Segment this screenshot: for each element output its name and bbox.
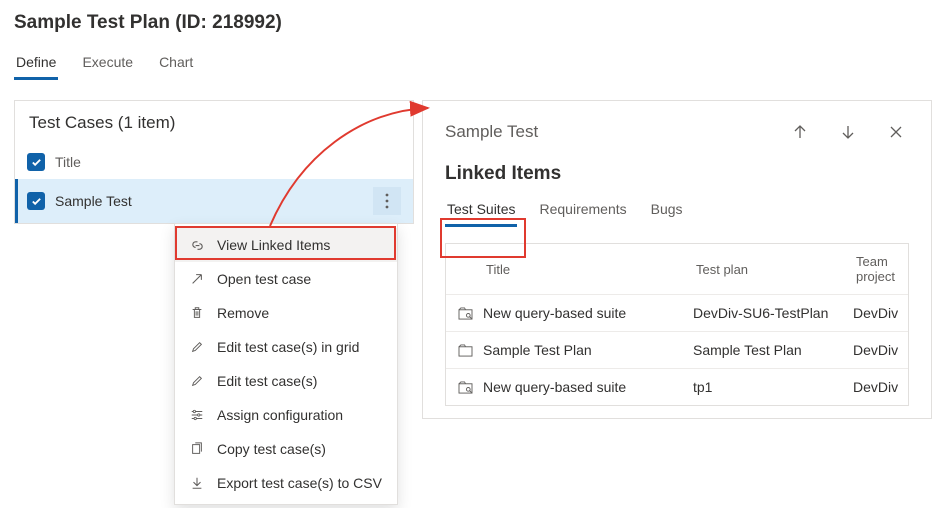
menu-item-label: Edit test case(s) [217, 373, 317, 389]
menu-item-label: Copy test case(s) [217, 441, 326, 457]
cell-plan: tp1 [693, 379, 843, 395]
cell-title: New query-based suite [483, 305, 683, 321]
linked-sub-tabs: Test Suites Requirements Bugs [445, 195, 909, 227]
menu-edit-in-grid[interactable]: Edit test case(s) in grid [175, 330, 397, 364]
download-icon [189, 475, 205, 491]
test-cases-heading: Test Cases (1 item) [15, 101, 413, 145]
column-header-title: Title [55, 154, 401, 170]
cell-title: Sample Test Plan [483, 342, 683, 358]
tab-define[interactable]: Define [14, 48, 58, 80]
menu-item-label: Edit test case(s) in grid [217, 339, 359, 355]
cell-title: New query-based suite [483, 379, 683, 395]
menu-item-label: Export test case(s) to CSV [217, 475, 382, 491]
linked-items-table: Title Test plan Team project New query-b… [445, 243, 909, 406]
next-button[interactable] [835, 119, 861, 145]
suite-query-icon [458, 381, 473, 394]
sub-tab-requirements[interactable]: Requirements [537, 195, 628, 227]
menu-view-linked-items[interactable]: View Linked Items [175, 228, 397, 262]
linked-items-panel: Sample Test Linked Items Test Suites Req… [422, 100, 932, 419]
open-icon [189, 271, 205, 287]
table-row[interactable]: Sample Test [15, 179, 413, 223]
trash-icon [189, 305, 205, 321]
link-icon [189, 237, 205, 253]
more-actions-button[interactable] [373, 187, 401, 215]
col-plan: Test plan [696, 262, 846, 277]
cell-team: DevDiv [853, 342, 898, 358]
table-row[interactable]: Sample Test Plan Sample Test Plan DevDiv [446, 332, 908, 369]
config-icon [189, 407, 205, 423]
menu-open-test-case[interactable]: Open test case [175, 262, 397, 296]
copy-icon [189, 441, 205, 457]
table-header: Title Test plan Team project [446, 244, 908, 295]
context-menu: View Linked Items Open test case Remove … [174, 223, 398, 505]
suite-query-icon [458, 307, 473, 320]
menu-export-csv[interactable]: Export test case(s) to CSV [175, 466, 397, 500]
menu-item-label: View Linked Items [217, 237, 330, 253]
menu-item-label: Assign configuration [217, 407, 343, 423]
col-title: Title [486, 262, 686, 277]
page-title: Sample Test Plan (ID: 218992) [0, 0, 946, 42]
row-checkbox[interactable] [27, 192, 45, 210]
menu-assign-configuration[interactable]: Assign configuration [175, 398, 397, 432]
menu-remove[interactable]: Remove [175, 296, 397, 330]
suite-static-icon [458, 344, 473, 357]
tab-execute[interactable]: Execute [80, 48, 135, 80]
prev-button[interactable] [787, 119, 813, 145]
close-button[interactable] [883, 119, 909, 145]
sub-tab-test-suites[interactable]: Test Suites [445, 195, 517, 227]
pencil-icon [189, 373, 205, 389]
panel-header: Sample Test [445, 119, 909, 145]
col-team: Team project [856, 254, 896, 284]
row-title: Sample Test [55, 193, 363, 209]
cell-team: DevDiv [853, 379, 898, 395]
pencil-icon [189, 339, 205, 355]
cell-team: DevDiv [853, 305, 898, 321]
sub-tab-bugs[interactable]: Bugs [649, 195, 685, 227]
cell-plan: Sample Test Plan [693, 342, 843, 358]
test-cases-panel: Test Cases (1 item) Title Sample Test [14, 100, 414, 224]
select-all-checkbox[interactable] [27, 153, 45, 171]
menu-item-label: Open test case [217, 271, 311, 287]
menu-edit-test-cases[interactable]: Edit test case(s) [175, 364, 397, 398]
cell-plan: DevDiv-SU6-TestPlan [693, 305, 843, 321]
table-header-row: Title [15, 145, 413, 179]
menu-copy-test-cases[interactable]: Copy test case(s) [175, 432, 397, 466]
panel-title: Sample Test [445, 122, 787, 142]
table-row[interactable]: New query-based suite tp1 DevDiv [446, 369, 908, 405]
main-tabs: Define Execute Chart [0, 42, 946, 81]
tab-chart[interactable]: Chart [157, 48, 195, 80]
menu-item-label: Remove [217, 305, 269, 321]
table-row[interactable]: New query-based suite DevDiv-SU6-TestPla… [446, 295, 908, 332]
section-title: Linked Items [445, 163, 909, 185]
